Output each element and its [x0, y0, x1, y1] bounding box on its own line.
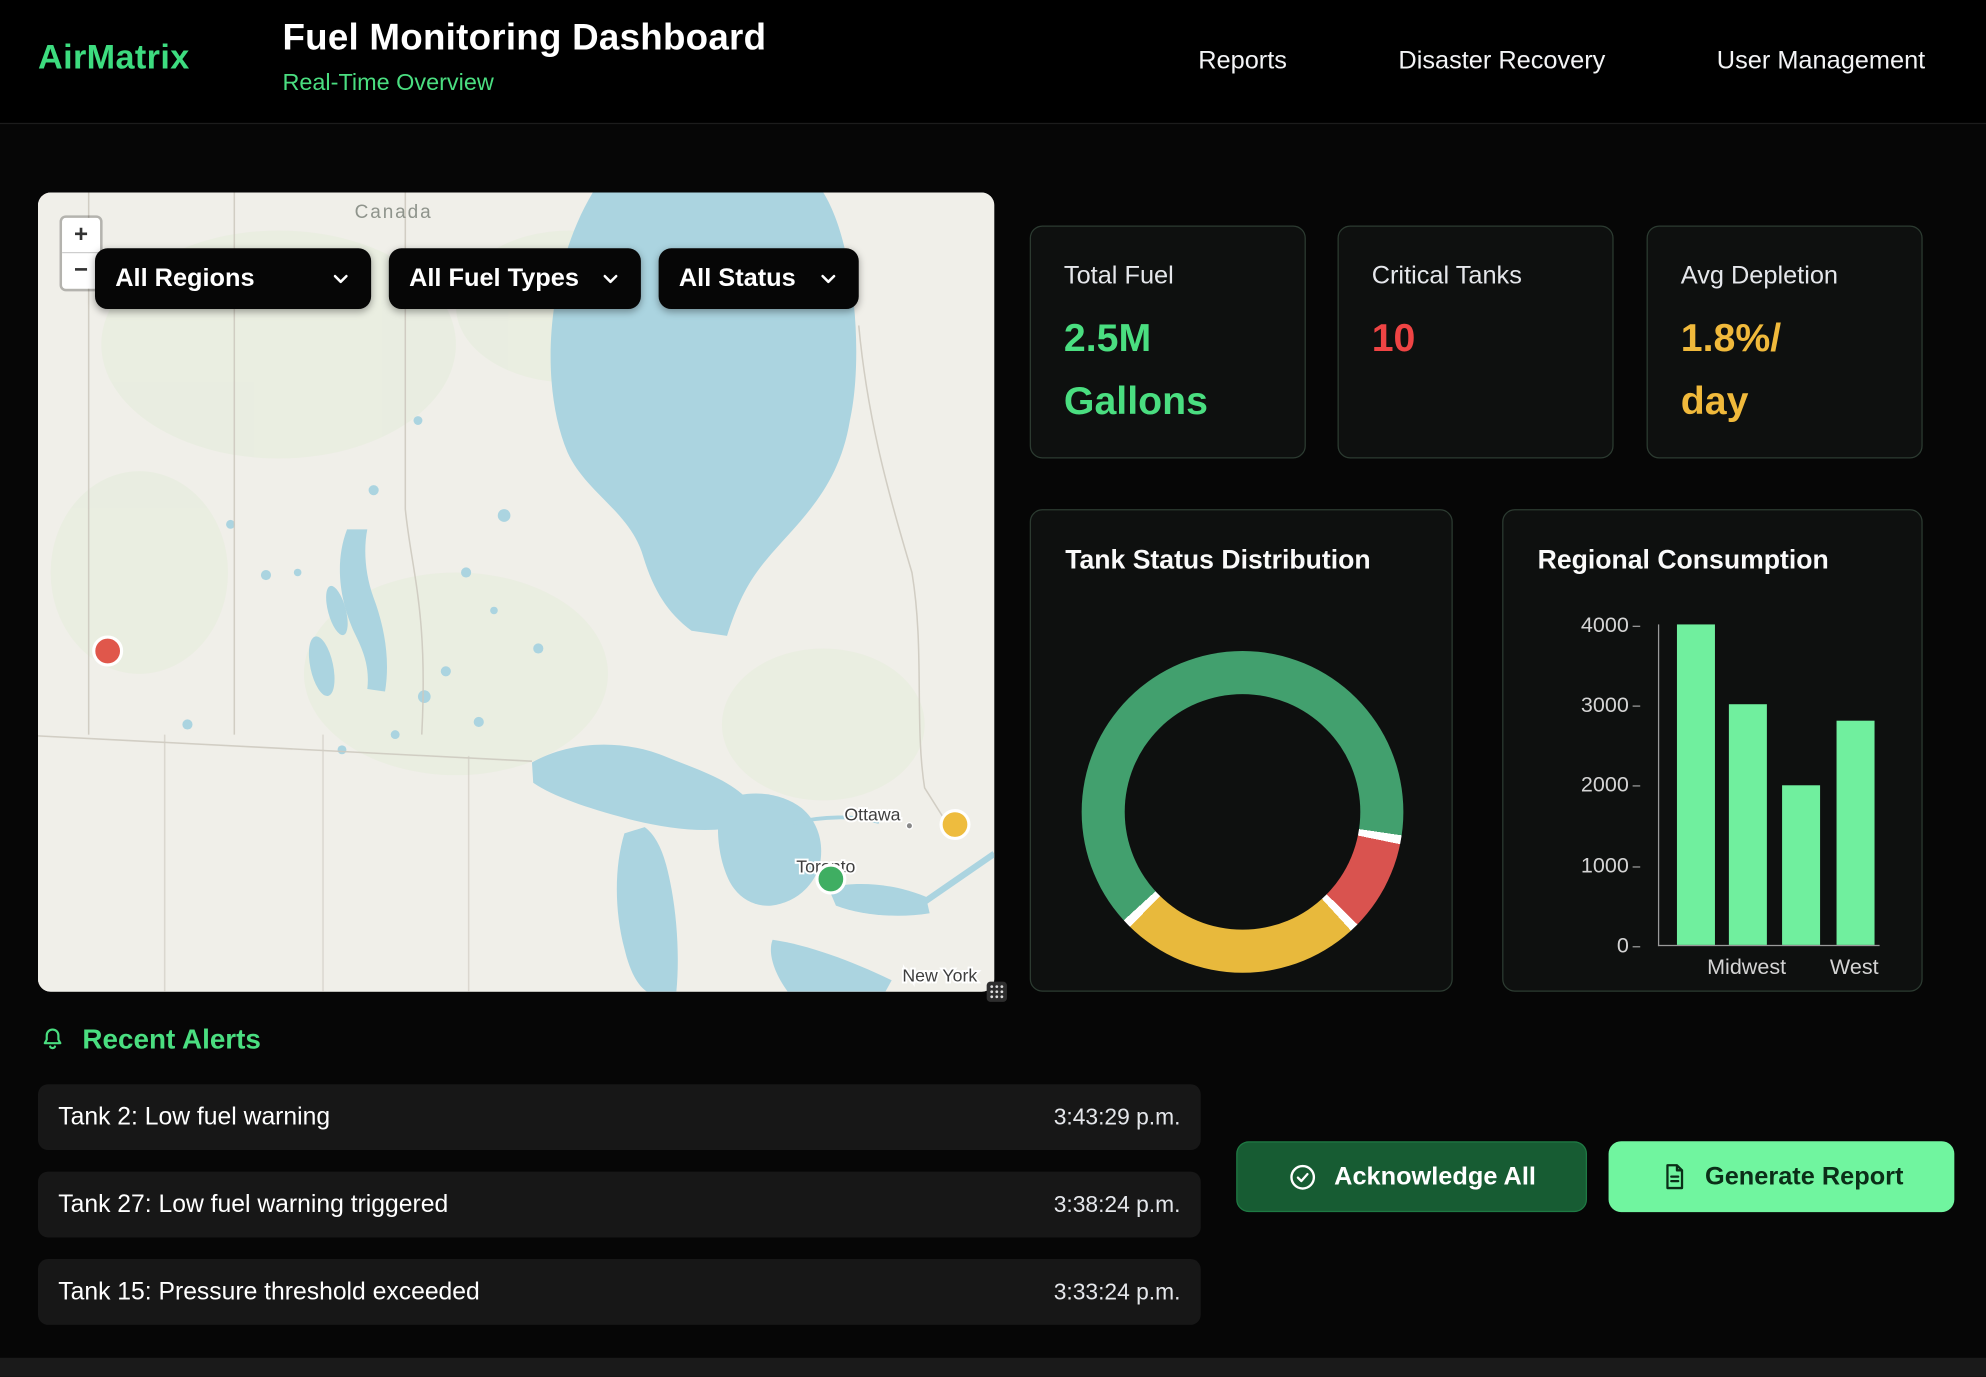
regional-consumption-plot [1658, 624, 1880, 946]
acknowledge-all-button[interactable]: Acknowledge All [1236, 1141, 1587, 1212]
y-axis-tick: 3000 [1577, 693, 1640, 717]
map-filters: All Regions All Fuel Types All Status [95, 248, 859, 309]
regional-consumption-title: Regional Consumption [1538, 546, 1829, 576]
warning-tank-marker[interactable] [941, 811, 969, 839]
map-label-canada: Canada [355, 202, 433, 223]
map-panel[interactable]: Canada Ottawa Toronto New York + − All R… [38, 193, 994, 992]
nav-reports[interactable]: Reports [1198, 47, 1287, 76]
total-fuel-card: Total Fuel 2.5M Gallons [1030, 225, 1306, 458]
alert-message: Tank 15: Pressure threshold exceeded [58, 1277, 480, 1306]
fuel-monitoring-dashboard: AirMatrix Fuel Monitoring Dashboard Real… [0, 0, 1986, 1376]
fuel-type-filter-label: All Fuel Types [409, 264, 579, 293]
critical-tanks-label: Critical Tanks [1372, 262, 1580, 291]
alert-time: 3:38:24 p.m. [1054, 1191, 1181, 1218]
alert-message: Tank 2: Low fuel warning [58, 1103, 330, 1132]
alert-message: Tank 27: Low fuel warning triggered [58, 1190, 448, 1219]
map-label-ottawa: Ottawa [844, 805, 900, 825]
consumption-bar [1677, 624, 1715, 944]
x-axis-label-midwest: Midwest [1696, 955, 1797, 980]
y-axis-tick: 2000 [1577, 773, 1640, 797]
avg-depletion-card: Avg Depletion 1.8%/day [1647, 225, 1923, 458]
map-label-newyork: New York [902, 966, 977, 986]
alert-time: 3:43:29 p.m. [1054, 1104, 1181, 1131]
alerts-title: Recent Alerts [82, 1023, 261, 1056]
chevron-down-icon [818, 269, 838, 289]
alert-row[interactable]: Tank 27: Low fuel warning triggered 3:38… [38, 1172, 1201, 1238]
check-circle-icon [1287, 1161, 1319, 1193]
status-filter-dropdown[interactable]: All Status [659, 248, 859, 309]
chevron-down-icon [331, 269, 351, 289]
consumption-bar [1837, 721, 1875, 945]
app-header: AirMatrix Fuel Monitoring Dashboard Real… [0, 0, 1986, 124]
x-axis-label-west: West [1816, 955, 1892, 980]
drag-dots-icon [989, 984, 1004, 999]
title-block: Fuel Monitoring Dashboard Real-Time Over… [282, 18, 766, 97]
status-filter-label: All Status [679, 264, 796, 293]
normal-tank-marker[interactable] [817, 865, 845, 893]
generate-report-label: Generate Report [1705, 1162, 1903, 1191]
critical-tanks-value: 10 [1372, 307, 1580, 370]
nav-user-management[interactable]: User Management [1717, 47, 1925, 76]
map-resize-handle[interactable] [987, 982, 1007, 1002]
ottawa-city-dot [906, 823, 912, 829]
regional-consumption-card: Regional Consumption 4000 3000 2000 1000… [1502, 509, 1923, 992]
avg-depletion-value: 1.8%/day [1681, 307, 1795, 433]
total-fuel-label: Total Fuel [1064, 262, 1272, 291]
total-fuel-value: 2.5M Gallons [1064, 307, 1272, 433]
generate-report-button[interactable]: Generate Report [1609, 1141, 1955, 1212]
y-axis-tick: 4000 [1577, 613, 1640, 637]
acknowledge-all-label: Acknowledge All [1334, 1162, 1536, 1191]
tank-status-card: Tank Status Distribution [1030, 509, 1453, 992]
consumption-bar [1729, 705, 1767, 945]
page-title: Fuel Monitoring Dashboard [282, 18, 766, 60]
brand-logo[interactable]: AirMatrix [38, 38, 190, 77]
tank-status-title: Tank Status Distribution [1065, 546, 1370, 576]
critical-tanks-card: Critical Tanks 10 [1338, 225, 1614, 458]
nav-disaster-recovery[interactable]: Disaster Recovery [1398, 47, 1605, 76]
donut-hole [1125, 694, 1361, 930]
map-canvas[interactable]: Canada Ottawa Toronto New York [38, 193, 994, 992]
document-icon [1659, 1161, 1689, 1191]
y-axis-tick: 0 [1577, 933, 1640, 957]
bottom-bar [0, 1358, 1986, 1377]
region-filter-label: All Regions [115, 264, 254, 293]
alert-row[interactable]: Tank 15: Pressure threshold exceeded 3:3… [38, 1259, 1201, 1325]
avg-depletion-label: Avg Depletion [1681, 262, 1889, 291]
y-axis-tick: 1000 [1577, 854, 1640, 878]
page-subtitle: Real-Time Overview [282, 68, 766, 96]
region-filter-dropdown[interactable]: All Regions [95, 248, 371, 309]
alert-row[interactable]: Tank 2: Low fuel warning 3:43:29 p.m. [38, 1084, 1201, 1150]
critical-tank-marker[interactable] [94, 637, 122, 665]
alert-time: 3:33:24 p.m. [1054, 1279, 1181, 1306]
bell-icon [38, 1025, 67, 1054]
fuel-type-filter-dropdown[interactable]: All Fuel Types [389, 248, 641, 309]
consumption-bar [1782, 785, 1820, 945]
alerts-header: Recent Alerts [38, 1023, 261, 1056]
main-nav: Reports Disaster Recovery User Managemen… [1198, 0, 1925, 123]
chevron-down-icon [600, 269, 620, 289]
